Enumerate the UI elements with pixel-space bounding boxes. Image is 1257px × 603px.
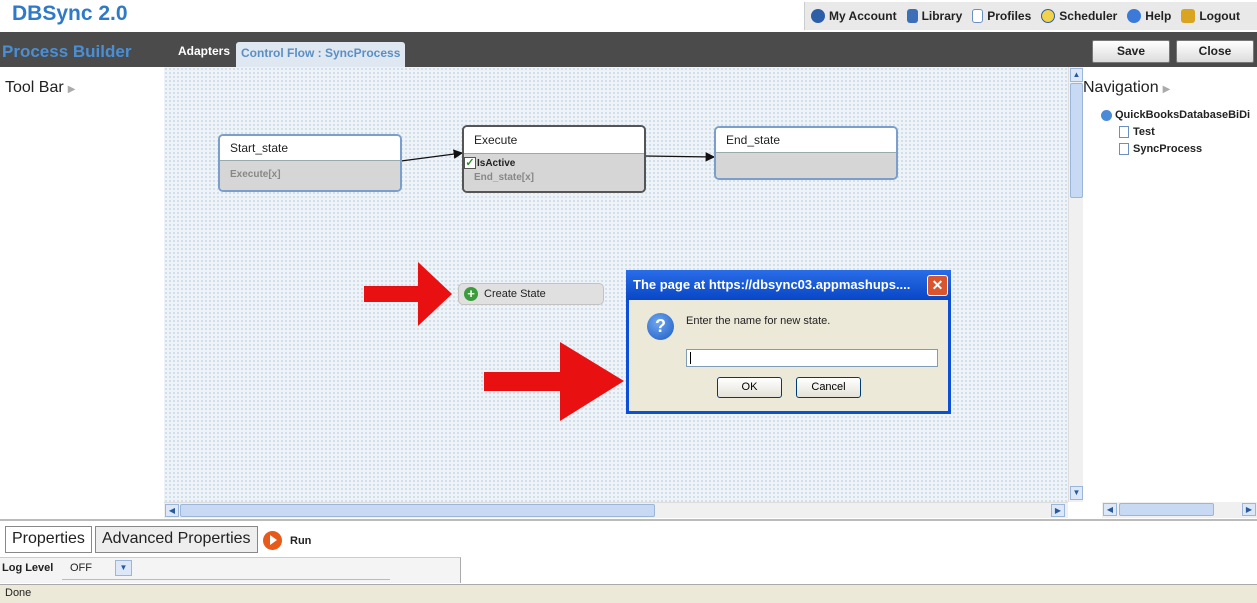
state-transition: End_state[x] (474, 172, 535, 183)
help-icon (1127, 9, 1142, 23)
state-transition: Execute[x] (220, 161, 400, 190)
process-builder-title: Process Builder (2, 42, 132, 61)
navigation-title: Navigation (1083, 79, 1159, 96)
library-link[interactable]: Library (906, 9, 963, 23)
expand-arrow-icon: ▶ (1162, 84, 1171, 95)
navigation-panel: Navigation ▶ QuickBooksDatabaseBiDi Test … (1083, 67, 1257, 519)
checkbox-icon[interactable]: ✓ (464, 157, 476, 169)
app-logo: DBSync 2.0 (12, 2, 128, 25)
isactive-row: ✓ IsActive (464, 156, 644, 170)
expand-arrow-icon: ▶ (67, 84, 76, 95)
question-icon: ? (647, 313, 674, 340)
status-bar: Done (0, 584, 1257, 603)
tree-item-label: SyncProcess (1133, 142, 1203, 155)
document-icon (972, 9, 984, 23)
toolbar-title: Tool Bar (5, 79, 64, 96)
log-level-value: OFF (70, 562, 92, 574)
save-button[interactable]: Save (1092, 40, 1170, 63)
logout-link[interactable]: Logout (1181, 9, 1240, 23)
help-link[interactable]: Help (1127, 9, 1171, 23)
plus-icon: + (464, 287, 478, 301)
log-level-row: Log Level OFF ▼ (0, 557, 461, 583)
my-account-link[interactable]: My Account (811, 9, 897, 23)
top-bar: DBSync 2.0 My Account Library Profiles S… (0, 0, 1257, 32)
state-title: Execute (464, 127, 644, 154)
create-state-label: Create State (484, 288, 546, 300)
navigation-tree: QuickBooksDatabaseBiDi Test SyncProcess (1101, 107, 1250, 157)
clock-icon (1041, 9, 1056, 23)
state-body: ✓ IsActive End_state[x] (464, 154, 644, 191)
tree-item-label: Test (1133, 125, 1155, 138)
tab-adapters[interactable]: Adapters (178, 44, 230, 58)
close-icon[interactable]: ✕ (927, 275, 948, 296)
scheduler-link[interactable]: Scheduler (1041, 9, 1117, 23)
scroll-right-icon[interactable]: ▶ (1242, 503, 1256, 516)
book-icon (906, 9, 918, 23)
tab-advanced-properties[interactable]: Advanced Properties (95, 526, 258, 553)
scroll-thumb[interactable] (1070, 83, 1083, 198)
profiles-link[interactable]: Profiles (972, 9, 1031, 23)
run-button[interactable]: Run (263, 531, 311, 550)
help-label: Help (1145, 9, 1172, 23)
top-nav: My Account Library Profiles Scheduler He… (804, 2, 1257, 30)
tree-root-item[interactable]: QuickBooksDatabaseBiDi (1101, 107, 1250, 123)
document-icon (1119, 125, 1129, 138)
scroll-left-icon[interactable]: ◀ (165, 504, 179, 517)
state-title: Start_state (220, 136, 400, 161)
play-icon (263, 531, 282, 550)
canvas-horizontal-scrollbar[interactable]: ◀ ▶ (164, 502, 1068, 518)
create-state-button[interactable]: + Create State (458, 283, 604, 305)
dialog-message: Enter the name for new state. (686, 315, 831, 327)
dialog-titlebar[interactable]: The page at https://dbsync03.appmashups.… (626, 270, 951, 300)
my-account-label: My Account (829, 9, 897, 23)
library-label: Library (921, 9, 963, 23)
lock-icon (1181, 9, 1196, 23)
navigation-header[interactable]: Navigation ▶ (1083, 79, 1170, 97)
toolbar-panel: Tool Bar ▶ (0, 67, 164, 519)
bottom-panel: Properties Advanced Properties Run Log L… (0, 519, 1257, 584)
state-body (716, 153, 896, 178)
toolbar-header[interactable]: Tool Bar ▶ (5, 79, 75, 97)
database-icon (1101, 109, 1112, 121)
scroll-down-icon[interactable]: ▼ (1070, 486, 1083, 500)
scroll-right-icon[interactable]: ▶ (1051, 504, 1065, 517)
divider (62, 579, 390, 580)
tree-item-syncprocess[interactable]: SyncProcess (1101, 140, 1250, 157)
state-node[interactable]: Execute ✓ IsActive End_state[x] (462, 125, 646, 193)
scroll-up-icon[interactable]: ▲ (1070, 68, 1083, 82)
state-name-input[interactable] (686, 349, 938, 367)
tab-control-flow[interactable]: Control Flow : SyncProcess (236, 42, 406, 67)
prompt-dialog: The page at https://dbsync03.appmashups.… (626, 270, 951, 414)
text-cursor (690, 352, 691, 365)
document-icon (1119, 142, 1129, 155)
scroll-thumb[interactable] (180, 504, 655, 517)
state-title: End_state (716, 128, 896, 153)
scroll-thumb[interactable] (1119, 503, 1214, 516)
scheduler-label: Scheduler (1059, 9, 1118, 23)
ok-button[interactable]: OK (717, 377, 782, 398)
state-node[interactable]: End_state (714, 126, 898, 180)
canvas-vertical-scrollbar[interactable]: ▲ ▼ (1068, 67, 1083, 502)
chevron-down-icon[interactable]: ▼ (115, 560, 132, 576)
process-builder-bar: Process Builder Adapters Control Flow : … (0, 32, 1257, 67)
cancel-button[interactable]: Cancel (796, 377, 861, 398)
run-label: Run (290, 534, 312, 547)
isactive-label: IsActive (477, 157, 516, 169)
logout-label: Logout (1199, 9, 1240, 23)
dialog-title: The page at https://dbsync03.appmashups.… (633, 277, 911, 292)
scroll-left-icon[interactable]: ◀ (1103, 503, 1117, 516)
tree-item-test[interactable]: Test (1101, 123, 1250, 140)
log-level-label: Log Level (2, 562, 54, 574)
navigation-horizontal-scrollbar[interactable]: ◀ ▶ (1102, 502, 1257, 518)
state-node[interactable]: Start_state Execute[x] (218, 134, 402, 192)
close-button[interactable]: Close (1176, 40, 1254, 63)
profiles-label: Profiles (987, 9, 1032, 23)
globe-icon (811, 9, 825, 23)
tab-properties[interactable]: Properties (5, 526, 92, 553)
tree-root-label: QuickBooksDatabaseBiDi (1115, 109, 1251, 121)
